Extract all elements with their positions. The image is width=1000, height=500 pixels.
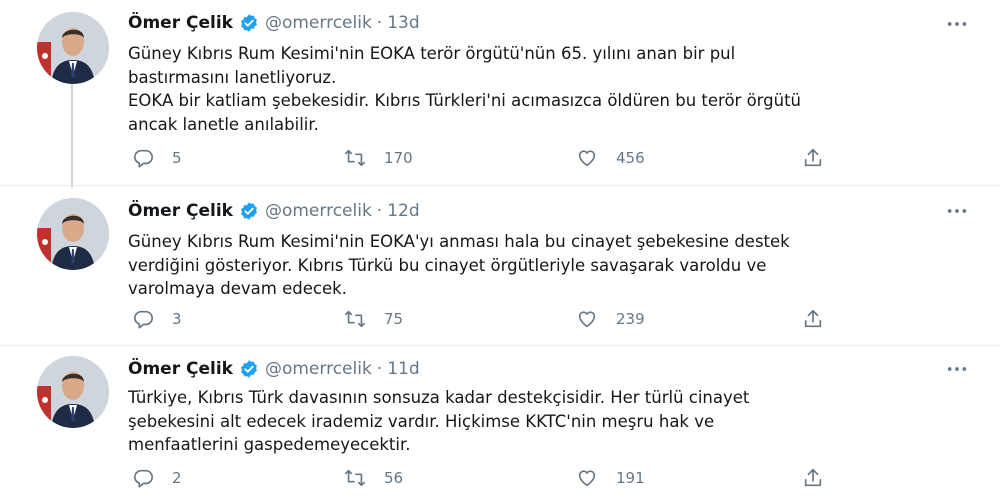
timestamp[interactable]: 11d (387, 359, 419, 379)
reply-icon (134, 310, 153, 329)
timestamp[interactable]: 13d (387, 13, 419, 33)
like-count: 456 (616, 149, 645, 167)
tweet-actions: 3 75 239 (0, 307, 1000, 331)
tweet-actions: 2 56 191 (0, 466, 1000, 490)
reply-count: 2 (172, 469, 182, 487)
verified-badge-icon (239, 201, 259, 221)
more-icon[interactable] (942, 201, 972, 221)
tweet[interactable]: Ömer Çelik @omerrcelik · 13d Güney Kıbrı… (0, 0, 1000, 188)
tweet-header: Ömer Çelik @omerrcelik · 11d (128, 356, 420, 382)
author-handle[interactable]: @omerrcelik (265, 201, 372, 221)
separator: · (376, 13, 383, 33)
tweet-text-line: Güney Kıbrıs Rum Kesimi'nin EOKA'yı anma… (128, 232, 790, 251)
author-name[interactable]: Ömer Çelik (128, 201, 233, 221)
avatar[interactable] (37, 12, 109, 84)
reply-button[interactable]: 3 (132, 307, 182, 331)
like-button[interactable]: 191 (576, 466, 645, 490)
avatar[interactable] (37, 198, 109, 270)
share-icon (804, 148, 822, 167)
tweet-text-line: bastırmasını lanetliyoruz. (128, 67, 337, 87)
retweet-icon (345, 310, 365, 328)
separator: · (376, 359, 383, 379)
retweet-count: 75 (384, 310, 404, 328)
tweet-text: Türkiye, Kıbrıs Türk davasının sonsuza k… (128, 386, 968, 457)
author-name[interactable]: Ömer Çelik (128, 13, 233, 33)
verified-badge-icon (239, 13, 259, 33)
timestamp[interactable]: 12d (387, 201, 419, 221)
reply-icon (134, 469, 153, 488)
tweet-text: Güney Kıbrıs Rum Kesimi'nin EOKA terör ö… (128, 42, 968, 136)
tweet-text-line: verdiğini gösteriyor. Kıbrıs Türkü bu ci… (128, 255, 767, 275)
retweet-count: 170 (384, 149, 413, 167)
retweet-icon (345, 469, 365, 487)
tweet-header: Ömer Çelik @omerrcelik · 13d (128, 10, 420, 36)
tweet-text-line: Türkiye, Kıbrıs Türk davasının sonsuza k… (128, 388, 750, 407)
like-icon (578, 470, 596, 487)
tweet-text-line: Güney Kıbrıs Rum Kesimi'nin EOKA terör ö… (128, 44, 736, 63)
like-icon (578, 311, 596, 328)
share-icon (804, 309, 822, 328)
reply-button[interactable]: 5 (132, 146, 182, 170)
share-button[interactable] (802, 307, 824, 331)
share-icon (804, 468, 822, 487)
tweet[interactable]: Ömer Çelik @omerrcelik · 12d Güney Kıbrı… (0, 185, 1000, 345)
retweet-count: 56 (384, 469, 404, 487)
reply-count: 5 (172, 149, 182, 167)
tweet-actions: 5 170 456 (0, 146, 1000, 170)
like-count: 191 (616, 469, 645, 487)
retweet-icon (345, 149, 365, 167)
reply-icon (134, 149, 153, 168)
like-icon (578, 150, 596, 167)
reply-button[interactable]: 2 (132, 466, 182, 490)
tweet[interactable]: Ömer Çelik @omerrcelik · 11d Türkiye, Kı… (0, 345, 1000, 500)
tweet-header: Ömer Çelik @omerrcelik · 12d (128, 198, 420, 224)
author-handle[interactable]: @omerrcelik (265, 359, 372, 379)
thread-line (71, 78, 73, 188)
author-handle[interactable]: @omerrcelik (265, 13, 372, 33)
more-icon[interactable] (942, 359, 972, 379)
like-count: 239 (616, 310, 645, 328)
retweet-button[interactable]: 170 (344, 146, 413, 170)
avatar[interactable] (37, 356, 109, 428)
reply-count: 3 (172, 310, 182, 328)
like-button[interactable]: 239 (576, 307, 645, 331)
tweet-text-line: EOKA bir katliam şebekesidir. Kıbrıs Tür… (128, 91, 802, 110)
retweet-button[interactable]: 75 (344, 307, 403, 331)
verified-badge-icon (239, 359, 259, 379)
tweet-text-line: varolmaya devam edecek. (128, 279, 347, 298)
share-button[interactable] (802, 466, 824, 490)
separator: · (376, 201, 383, 221)
retweet-button[interactable]: 56 (344, 466, 403, 490)
tweet-text-line: şebekesini alt edecek irademiz vardır. H… (128, 411, 715, 431)
tweet-text-line: ancak lanetle anılabilir. (128, 114, 319, 134)
like-button[interactable]: 456 (576, 146, 645, 170)
tweet-text: Güney Kıbrıs Rum Kesimi'nin EOKA'yı anma… (128, 230, 968, 301)
tweet-text-line: menfaatlerini gaspedemeyecektir. (128, 435, 411, 454)
more-icon[interactable] (942, 14, 972, 34)
share-button[interactable] (802, 146, 824, 170)
author-name[interactable]: Ömer Çelik (128, 359, 233, 379)
